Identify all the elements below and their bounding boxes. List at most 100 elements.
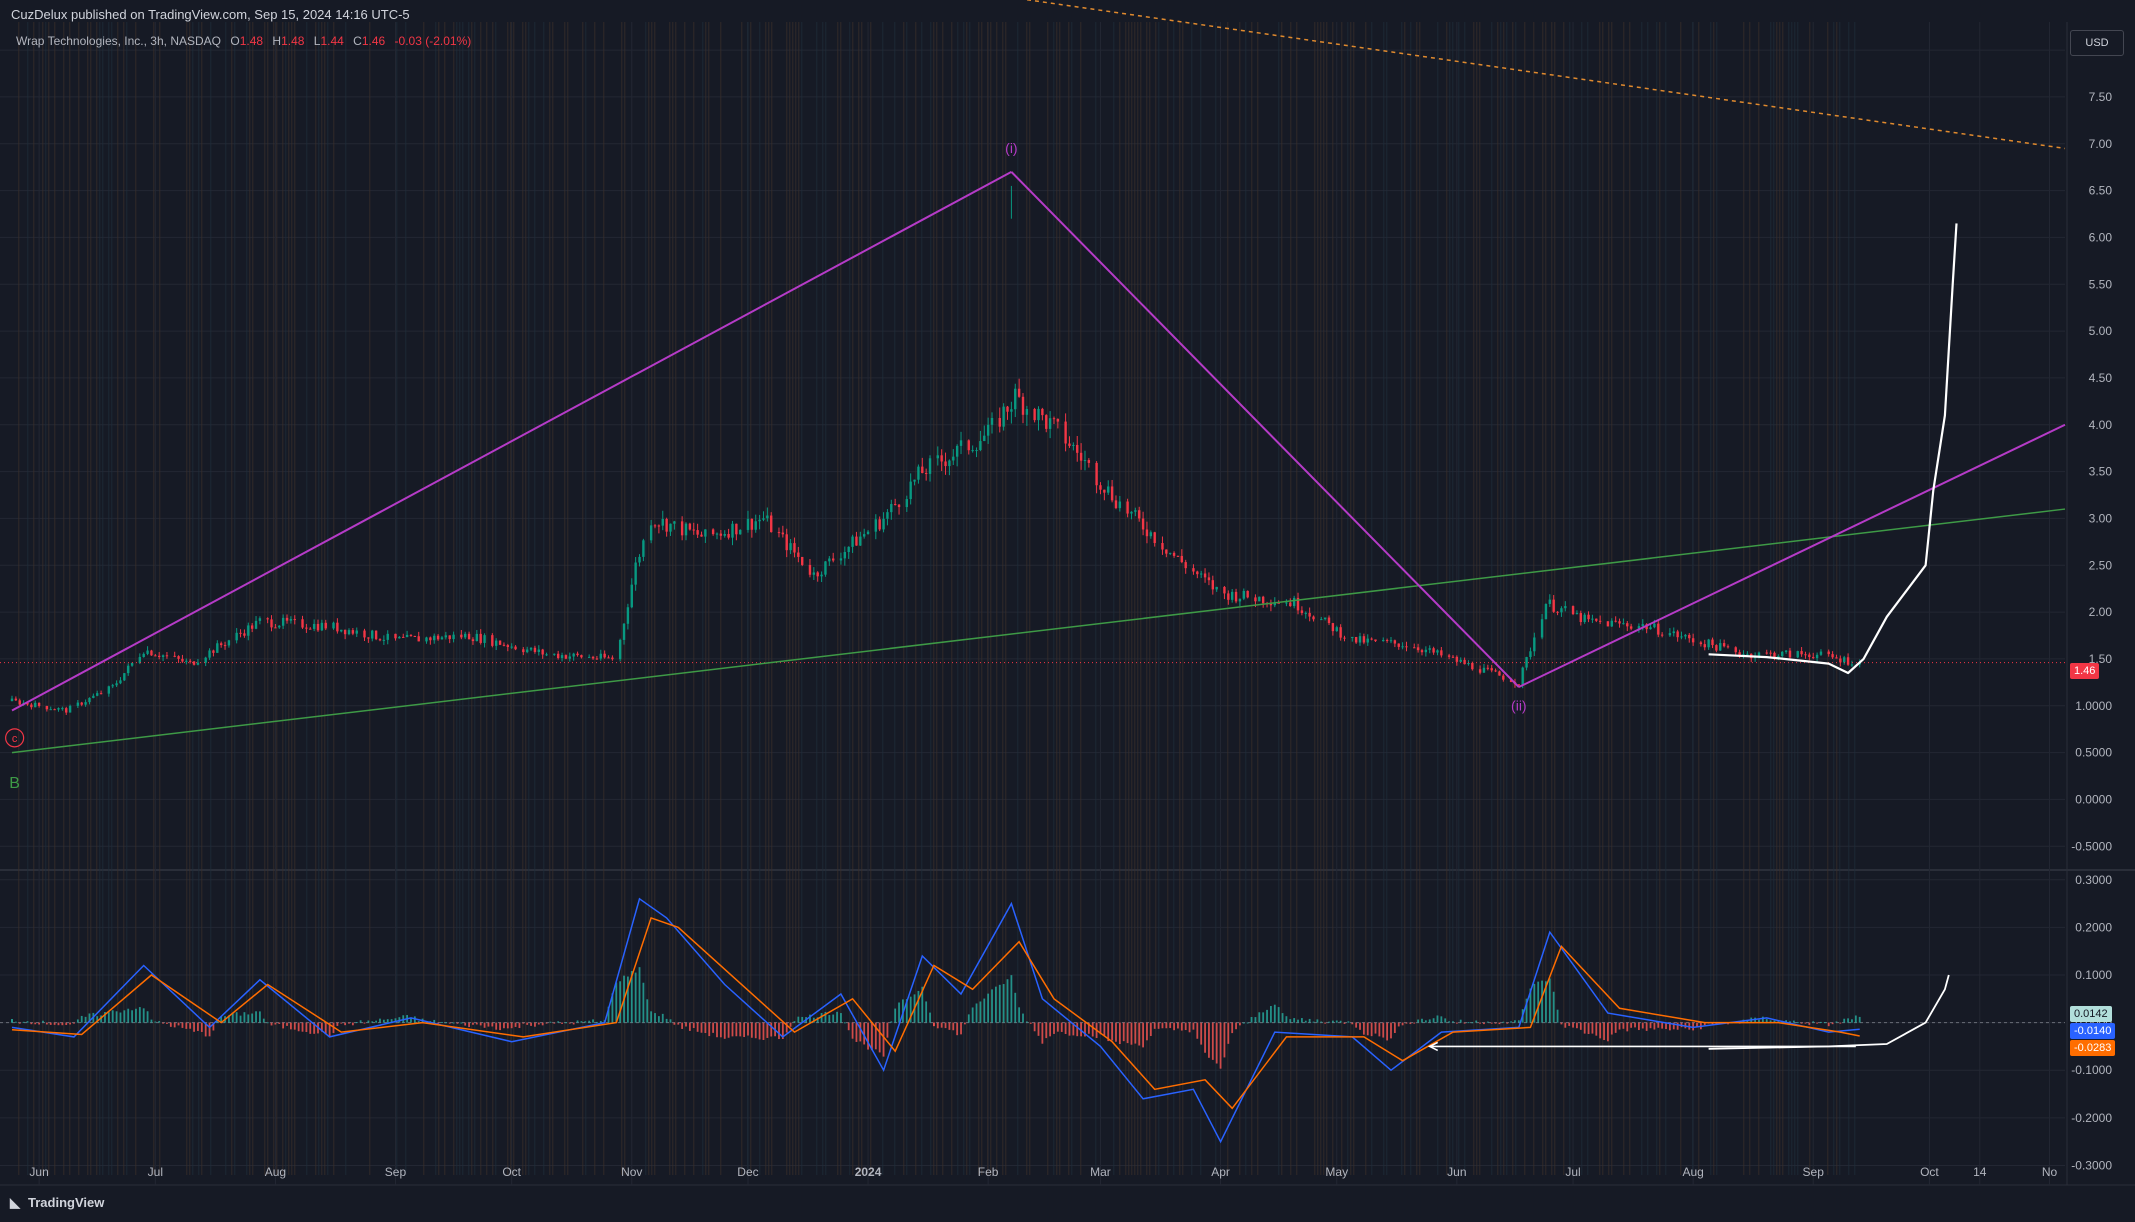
candle-body [758, 519, 761, 522]
session-band [798, 22, 800, 1175]
macd-tick-label: -0.3000 [2071, 1158, 2112, 1172]
histogram-bar [34, 1022, 37, 1025]
session-band [96, 22, 98, 1175]
candle-body [1804, 654, 1807, 656]
session-band [594, 22, 596, 1175]
histogram-bar [1576, 1022, 1578, 1029]
candle-body [475, 633, 479, 642]
histogram-bar [514, 1022, 517, 1027]
candle-body [967, 440, 970, 451]
session-band [1791, 22, 1793, 1175]
candle-body [1258, 596, 1261, 602]
histogram-bar [293, 1022, 296, 1030]
histogram-bar [506, 1022, 509, 1029]
histogram-bar [1188, 1022, 1191, 1033]
candle-body [138, 657, 142, 663]
session-band [1347, 22, 1349, 1175]
session-band [720, 22, 722, 1175]
histogram-bar [1343, 1022, 1346, 1024]
histogram-bar [685, 1022, 687, 1027]
histogram-bar [499, 1022, 501, 1031]
histogram-bar [355, 1022, 358, 1024]
candle-body [1788, 650, 1792, 658]
candle-body [502, 644, 506, 646]
candle-body [161, 655, 165, 657]
symbol-legend[interactable]: Wrap Technologies, Inc., 3h, NASDAQ O1.4… [16, 34, 471, 48]
histogram-bar [243, 1012, 246, 1023]
session-band [18, 22, 20, 1175]
session-band [741, 22, 743, 1175]
session-band [1332, 22, 1334, 1175]
candle-body [219, 643, 223, 646]
histogram-bar [1351, 1022, 1354, 1025]
histogram-bar [549, 1021, 552, 1023]
candle-body [696, 530, 699, 535]
histogram-bar [1638, 1022, 1640, 1031]
session-band [1551, 22, 1553, 1175]
chart-canvas[interactable]: 8.007.507.006.506.005.505.004.504.003.50… [0, 0, 2135, 1222]
histogram-bar [45, 1022, 48, 1025]
histogram-bar [983, 998, 986, 1023]
session-band [231, 22, 233, 1175]
candle-body [1428, 648, 1431, 650]
session-band [33, 22, 35, 1175]
candle-body [1343, 637, 1346, 639]
histogram-bar [1506, 1022, 1509, 1024]
session-band [264, 22, 266, 1175]
histogram-bar [1440, 1016, 1443, 1023]
histogram-bar [917, 990, 920, 1023]
session-band [201, 22, 203, 1175]
histogram-bar [1320, 1021, 1323, 1023]
candle-body [905, 499, 908, 508]
histogram-bar [828, 1015, 831, 1023]
histogram-bar [1486, 1021, 1489, 1023]
candle-body [1230, 591, 1234, 600]
candle-body [45, 705, 49, 710]
histogram-bar [1591, 1022, 1594, 1034]
tradingview-logo[interactable]: ◣ TradingView [10, 1195, 104, 1211]
histogram-bar [743, 1022, 746, 1038]
histogram-bar [1049, 1022, 1052, 1037]
session-band [282, 22, 284, 1175]
histogram-bar [665, 1018, 668, 1023]
histogram-bar [38, 1022, 41, 1025]
session-band [153, 22, 155, 1175]
histogram-bar [584, 1021, 587, 1023]
candle-body [529, 647, 533, 650]
candle-body [828, 558, 831, 562]
candle-body [680, 521, 684, 536]
session-band [99, 22, 101, 1175]
session-band [276, 22, 278, 1175]
candle-body [700, 534, 703, 537]
histogram-bar [286, 1022, 288, 1026]
histogram-bar [479, 1022, 482, 1026]
histogram-bar [1002, 984, 1005, 1023]
candle-body [398, 636, 401, 639]
histogram-bar [944, 1022, 947, 1029]
time-tick-label: Jul [148, 1165, 163, 1179]
session-band [978, 22, 980, 1175]
histogram-bar [1645, 1022, 1648, 1031]
candle-body [340, 629, 343, 632]
candle-body [1812, 657, 1815, 659]
candle-body [254, 620, 258, 629]
histogram-bar [673, 1022, 676, 1025]
currency-button[interactable]: USD [2070, 30, 2124, 56]
time-tick-label: Sep [1803, 1165, 1825, 1179]
histogram-bar [247, 1014, 250, 1023]
histogram-bar [158, 1021, 161, 1023]
price-tick-label: 4.50 [2089, 371, 2113, 385]
histogram-bar [518, 1022, 521, 1029]
candle-body [1145, 529, 1149, 537]
candle-body [1323, 617, 1327, 620]
session-band [765, 22, 767, 1175]
candle-body [1494, 670, 1497, 672]
candle-body [510, 646, 513, 648]
histogram-bar [65, 1022, 68, 1026]
candle-body [626, 607, 630, 624]
candle-body [537, 649, 541, 652]
candle-body [223, 645, 227, 647]
histogram-bar [735, 1022, 738, 1037]
grid-layer [0, 22, 2135, 1186]
session-band [963, 22, 965, 1175]
